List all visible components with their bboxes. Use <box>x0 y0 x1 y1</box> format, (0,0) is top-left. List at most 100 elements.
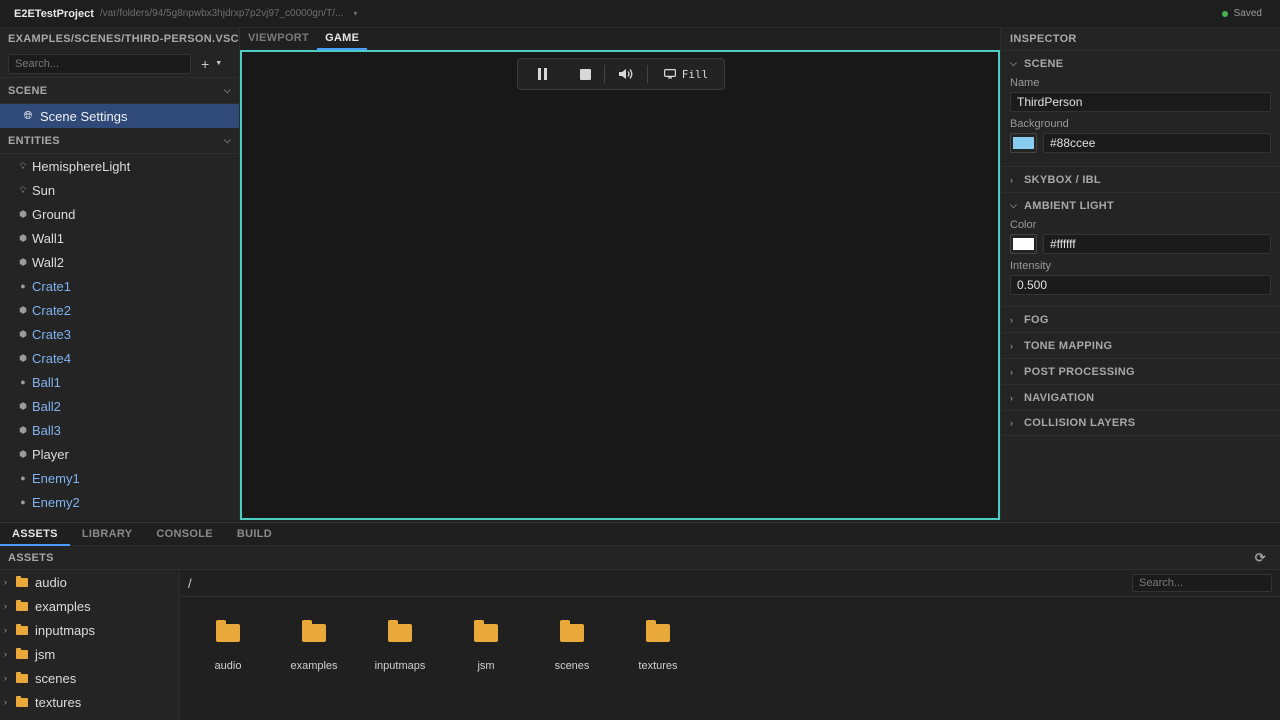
section-label: AMBIENT LIGHT <box>1024 199 1115 212</box>
entity-item[interactable]: ⬢ Wall2 <box>0 250 239 274</box>
background-color-swatch[interactable] <box>1010 133 1037 153</box>
chevron-right-icon: › <box>1010 340 1014 351</box>
entities-section-label: ENTITIES <box>8 134 60 147</box>
entities-section-header[interactable]: ENTITIES ⌵ <box>0 128 239 154</box>
chevron-down-icon[interactable]: ▾ <box>353 9 357 18</box>
scene-settings-item[interactable]: 🌐︎ Scene Settings <box>0 104 239 128</box>
mute-button[interactable] <box>605 59 647 89</box>
entity-item[interactable]: 💡︎ HemisphereLight <box>0 154 239 178</box>
chevron-right-icon[interactable]: › <box>4 697 16 707</box>
chevron-down-icon: ⌵ <box>1010 58 1018 68</box>
tree-folder-item[interactable]: › audio <box>0 570 179 594</box>
pause-icon <box>537 68 547 80</box>
intensity-field[interactable]: 0.500 <box>1010 275 1271 295</box>
add-entity-button[interactable]: + ▼ <box>201 56 222 72</box>
entity-item[interactable]: ⬢ Crate4 <box>0 346 239 370</box>
inspector-section-scene[interactable]: ⌵ SCENE <box>1001 50 1280 76</box>
asset-folder-tile[interactable]: textures <box>615 619 701 672</box>
mesh-icon: ⬢ <box>19 400 27 411</box>
view-tabs: VIEWPORT GAME <box>240 28 1000 50</box>
chevron-right-icon: › <box>1010 366 1014 377</box>
entity-item[interactable]: ● Enemy2 <box>0 490 239 514</box>
entity-name: Wall2 <box>32 254 65 270</box>
inspector-section-navigation[interactable]: › NAVIGATION <box>1001 384 1280 410</box>
scene-section-header[interactable]: SCENE ⌵ <box>0 78 239 104</box>
folder-icon <box>388 620 412 642</box>
entity-item[interactable]: ⬢ Ball3 <box>0 418 239 442</box>
asset-folder-tile[interactable]: audio <box>185 619 271 672</box>
asset-folder-tile[interactable]: jsm <box>443 619 529 672</box>
entity-item[interactable]: ● Crate1 <box>0 274 239 298</box>
section-label: SKYBOX / IBL <box>1024 173 1101 186</box>
project-name: E2ETestProject <box>14 7 94 20</box>
chevron-down-icon: ⌵ <box>223 85 231 95</box>
inspector-section-post-processing[interactable]: › POST PROCESSING <box>1001 358 1280 384</box>
title-bar: E2ETestProject /var/folders/94/5g8npwbx3… <box>0 0 1280 28</box>
ambient-color-swatch[interactable] <box>1010 234 1037 254</box>
asset-search-input[interactable] <box>1132 574 1272 592</box>
name-field[interactable]: ThirdPerson <box>1010 92 1271 112</box>
tab-console[interactable]: CONSOLE <box>144 523 225 546</box>
tab-library[interactable]: LIBRARY <box>70 523 145 546</box>
color-label: Color <box>1010 219 1037 231</box>
chevron-right-icon[interactable]: › <box>4 673 16 683</box>
ambient-color-field[interactable]: #ffffff <box>1043 234 1271 254</box>
project-path[interactable]: /var/folders/94/5g8npwbx3hjdrxp7p2vj97_c… <box>100 8 344 19</box>
tree-folder-item[interactable]: › inputmaps <box>0 618 179 642</box>
tab-build[interactable]: BUILD <box>225 523 284 546</box>
entity-item[interactable]: 💡︎ Sun <box>0 178 239 202</box>
folder-name: scenes <box>35 670 77 686</box>
tab-viewport[interactable]: VIEWPORT <box>240 28 317 50</box>
entity-item[interactable]: ⬢ Crate2 <box>0 298 239 322</box>
mesh-icon: ⬢ <box>19 328 27 339</box>
tab-game[interactable]: GAME <box>317 28 368 50</box>
inspector-section-tone-mapping[interactable]: › TONE MAPPING <box>1001 332 1280 358</box>
entity-name: Ball3 <box>32 422 61 438</box>
tree-folder-item[interactable]: › examples <box>0 594 179 618</box>
entity-item[interactable]: ⬢ Ground <box>0 202 239 226</box>
inspector-section-fog[interactable]: › FOG <box>1001 306 1280 332</box>
asset-path-bar: / <box>180 570 1280 597</box>
refresh-icon[interactable]: ⟳ <box>1255 550 1266 566</box>
section-label: COLLISION LAYERS <box>1024 417 1136 429</box>
chevron-right-icon[interactable]: › <box>4 649 16 659</box>
tab-assets[interactable]: ASSETS <box>0 523 70 546</box>
stop-button[interactable] <box>566 59 604 89</box>
chevron-right-icon[interactable]: › <box>4 577 16 587</box>
entity-item[interactable]: ● Enemy1 <box>0 466 239 490</box>
chevron-right-icon[interactable]: › <box>4 601 16 611</box>
fill-mode-button[interactable]: Fill <box>648 59 724 89</box>
inspector-section-skybox[interactable]: › SKYBOX / IBL <box>1001 166 1280 192</box>
chevron-right-icon[interactable]: › <box>4 625 16 635</box>
asset-folder-tile[interactable]: scenes <box>529 619 615 672</box>
inspector-section-ambient[interactable]: ⌵ AMBIENT LIGHT <box>1001 192 1280 218</box>
scene-path: EXAMPLES/SCENES/THIRD-PERSON.VSCN <box>8 33 239 45</box>
entity-item[interactable]: ● Ball1 <box>0 370 239 394</box>
entity-item[interactable]: ⬢ Player <box>0 442 239 466</box>
entity-name: Crate1 <box>32 278 72 294</box>
entity-item[interactable]: ⬢ Ball2 <box>0 394 239 418</box>
entity-item[interactable]: ⬢ Crate3 <box>0 322 239 346</box>
background-color-field[interactable]: #88ccee <box>1043 133 1271 153</box>
asset-folder-tile[interactable]: examples <box>271 619 357 672</box>
mesh-icon: ⬢ <box>19 448 27 459</box>
entity-item[interactable]: ⬢ Wall1 <box>0 226 239 250</box>
tree-folder-item[interactable]: › textures <box>0 690 179 714</box>
asset-folder-tile[interactable]: inputmaps <box>357 619 443 672</box>
entity-name: Enemy1 <box>32 470 80 486</box>
tree-folder-item[interactable]: › jsm <box>0 642 179 666</box>
folder-icon <box>16 671 28 683</box>
hierarchy-search-input[interactable] <box>8 53 191 74</box>
hierarchy-search-row: + ▼ <box>0 50 239 78</box>
assets-header-label: ASSETS <box>8 551 54 564</box>
mesh-icon: ⬢ <box>19 304 27 315</box>
body-icon: ● <box>20 377 26 387</box>
scene-settings-label: Scene Settings <box>40 108 128 124</box>
entity-list: 💡︎ HemisphereLight 💡︎ Sun ⬢ Ground ⬢ Wall1 ⬢… <box>0 154 239 514</box>
inspector-section-collision-layers[interactable]: › COLLISION LAYERS <box>1001 410 1280 436</box>
tree-folder-item[interactable]: › scenes <box>0 666 179 690</box>
entity-name: Ball2 <box>32 398 61 414</box>
game-view[interactable]: Fill <box>240 50 1000 520</box>
body-icon: ● <box>20 473 26 483</box>
pause-button[interactable] <box>518 59 566 89</box>
